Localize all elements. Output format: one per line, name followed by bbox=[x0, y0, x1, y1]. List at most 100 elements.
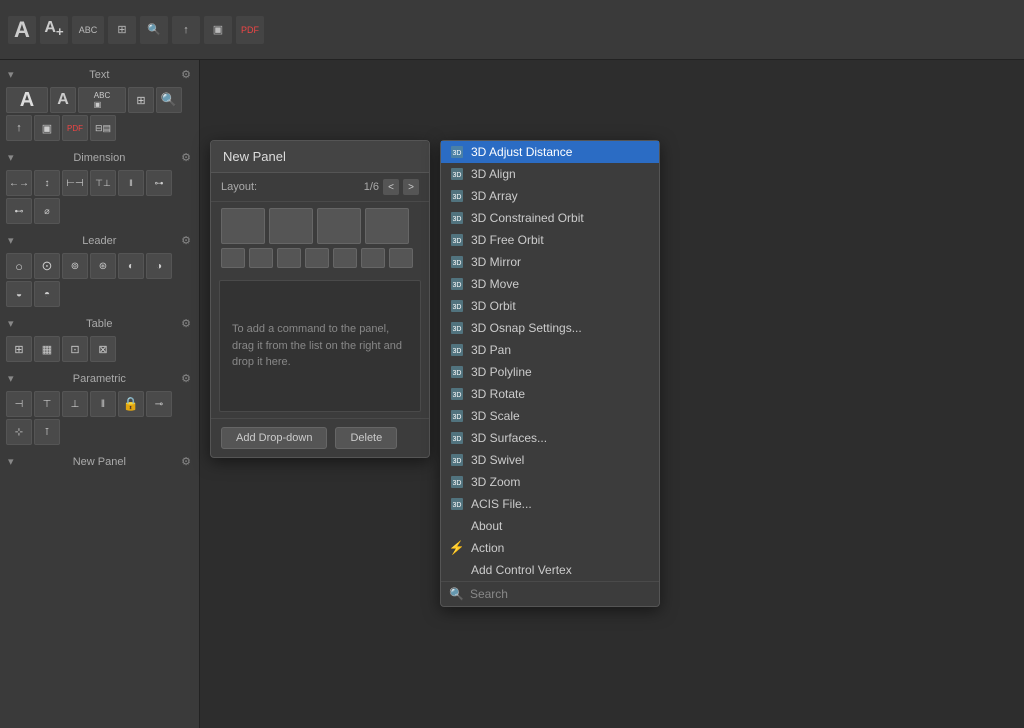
layout-cell-sm-3[interactable] bbox=[277, 248, 301, 268]
tool-text-abc[interactable]: ABC▣ bbox=[78, 87, 126, 113]
tool-dim-3[interactable]: ⊢⊣ bbox=[62, 170, 88, 196]
tool-dim-6[interactable]: ⊶ bbox=[146, 170, 172, 196]
toolbar-big-a[interactable]: A bbox=[8, 16, 36, 44]
sidebar-new-panel-gear[interactable]: ⚙ bbox=[181, 455, 191, 468]
tool-table-3[interactable]: ⊡ bbox=[62, 336, 88, 362]
tool-para-8[interactable]: ⊺ bbox=[34, 419, 60, 445]
command-item-action[interactable]: ⚡Action bbox=[441, 537, 659, 559]
tool-text-a-big[interactable]: A bbox=[6, 87, 48, 113]
layout-count-text: 1/6 bbox=[364, 181, 379, 193]
layout-cell-sm-5[interactable] bbox=[333, 248, 357, 268]
tool-leader-5[interactable]: ◐ bbox=[118, 253, 144, 279]
command-item-3d-swivel[interactable]: 3D3D Swivel bbox=[441, 449, 659, 471]
tool-para-6[interactable]: ⊸ bbox=[146, 391, 172, 417]
command-item-3d-surfaces[interactable]: 3D 3D Surfaces... bbox=[441, 427, 659, 449]
sidebar-section-dimension-header[interactable]: ▾ Dimension ⚙ bbox=[0, 147, 199, 168]
toolbar-big-a2[interactable]: A+ bbox=[40, 16, 68, 44]
layout-cell-sm-2[interactable] bbox=[249, 248, 273, 268]
sidebar-section-text-header[interactable]: ▾ Text ⚙ bbox=[0, 64, 199, 85]
sidebar-section-parametric-header[interactable]: ▾ Parametric ⚙ bbox=[0, 368, 199, 389]
command-item-3d-adjust-distance[interactable]: 3D3D Adjust Distance bbox=[441, 141, 659, 163]
layout-cell-sm-4[interactable] bbox=[305, 248, 329, 268]
command-item-3d-zoom[interactable]: 3D3D Zoom bbox=[441, 471, 659, 493]
tool-dim-2[interactable]: ↕ bbox=[34, 170, 60, 196]
tool-text-doc[interactable]: ▣ bbox=[34, 115, 60, 141]
tool-text-pdf[interactable]: PDF bbox=[62, 115, 88, 141]
sidebar-section-table-header[interactable]: ▾ Table ⚙ bbox=[0, 313, 199, 334]
command-item-acis-file[interactable]: 3DACIS File... bbox=[441, 493, 659, 515]
layout-next-btn[interactable]: > bbox=[403, 179, 419, 195]
tool-dim-8[interactable]: ⌀ bbox=[34, 198, 60, 224]
layout-cell-1[interactable] bbox=[221, 208, 265, 244]
command-item-3d-rotate[interactable]: 3D3D Rotate bbox=[441, 383, 659, 405]
sidebar-dimension-gear[interactable]: ⚙ bbox=[181, 151, 191, 164]
command-item-3d-osnap-settings[interactable]: 3D3D Osnap Settings... bbox=[441, 317, 659, 339]
tool-leader-6[interactable]: ◑ bbox=[146, 253, 172, 279]
tool-leader-8[interactable]: ◓ bbox=[34, 281, 60, 307]
tool-dim-1[interactable]: ←→ bbox=[6, 170, 32, 196]
toolbar-abc[interactable]: ABC bbox=[72, 16, 104, 44]
toolbar-doc[interactable]: ▣ bbox=[204, 16, 232, 44]
toolbar-pdf[interactable]: PDF bbox=[236, 16, 264, 44]
tool-para-2[interactable]: ⊤ bbox=[34, 391, 60, 417]
tool-leader-7[interactable]: ◒ bbox=[6, 281, 32, 307]
tool-text-a-small[interactable]: A bbox=[50, 87, 76, 113]
command-label-3d-swivel: 3D Swivel bbox=[471, 453, 524, 467]
layout-cell-sm-7[interactable] bbox=[389, 248, 413, 268]
svg-text:3D: 3D bbox=[453, 436, 462, 443]
tool-para-1[interactable]: ⊣ bbox=[6, 391, 32, 417]
layout-cell-sm-1[interactable] bbox=[221, 248, 245, 268]
sidebar-section-leader-header[interactable]: ▾ Leader ⚙ bbox=[0, 230, 199, 251]
command-item-3d-free-orbit[interactable]: 3D3D Free Orbit bbox=[441, 229, 659, 251]
sidebar-table-gear[interactable]: ⚙ bbox=[181, 317, 191, 330]
command-item-3d-scale[interactable]: 3D3D Scale bbox=[441, 405, 659, 427]
add-dropdown-button[interactable]: Add Drop-down bbox=[221, 427, 327, 449]
sidebar-parametric-gear[interactable]: ⚙ bbox=[181, 372, 191, 385]
search-input[interactable] bbox=[470, 587, 651, 601]
tool-table-4[interactable]: ⊠ bbox=[90, 336, 116, 362]
tool-dim-4[interactable]: ⊤⊥ bbox=[90, 170, 116, 196]
layout-cell-sm-6[interactable] bbox=[361, 248, 385, 268]
layout-cell-4[interactable] bbox=[365, 208, 409, 244]
tool-dim-7[interactable]: ⊷ bbox=[6, 198, 32, 224]
tool-leader-1[interactable]: ○ bbox=[6, 253, 32, 279]
tool-leader-3[interactable]: ⊚ bbox=[62, 253, 88, 279]
command-item-3d-constrained-orbit[interactable]: 3D3D Constrained Orbit bbox=[441, 207, 659, 229]
sidebar-text-gear[interactable]: ⚙ bbox=[181, 68, 191, 81]
layout-prev-btn[interactable]: < bbox=[383, 179, 399, 195]
tool-para-5[interactable]: 🔒 bbox=[118, 391, 144, 417]
tool-table-1[interactable]: ⊞ bbox=[6, 336, 32, 362]
command-item-3d-mirror[interactable]: 3D3D Mirror bbox=[441, 251, 659, 273]
tool-text-grid[interactable]: ⊞ bbox=[128, 87, 154, 113]
command-item-3d-pan[interactable]: 3D3D Pan bbox=[441, 339, 659, 361]
sidebar-leader-tools: ○ ⊙ ⊚ ⊛ ◐ ◑ ◒ ◓ bbox=[0, 251, 199, 311]
tool-para-7[interactable]: ⊹ bbox=[6, 419, 32, 445]
command-label-3d-surfaces: 3D Surfaces... bbox=[471, 431, 547, 445]
tool-dim-5[interactable]: ‖ bbox=[118, 170, 144, 196]
tool-leader-4[interactable]: ⊛ bbox=[90, 253, 116, 279]
command-item-3d-move[interactable]: 3D3D Move bbox=[441, 273, 659, 295]
command-list-scroll[interactable]: 3D3D Adjust Distance3D3D Align3D3D Array… bbox=[441, 141, 659, 581]
tool-text-search[interactable]: 🔍 bbox=[156, 87, 182, 113]
tool-para-4[interactable]: ‖ bbox=[90, 391, 116, 417]
tool-text-misc1[interactable]: ⊟▤ bbox=[90, 115, 116, 141]
toolbar-grid1[interactable]: ⊞ bbox=[108, 16, 136, 44]
tool-table-2[interactable]: ▦ bbox=[34, 336, 60, 362]
toolbar-up[interactable]: ↑ bbox=[172, 16, 200, 44]
command-item-3d-polyline[interactable]: 3D3D Polyline bbox=[441, 361, 659, 383]
command-item-add-control-vertex[interactable]: Add Control Vertex bbox=[441, 559, 659, 581]
tool-para-3[interactable]: ⊥ bbox=[62, 391, 88, 417]
tool-leader-2[interactable]: ⊙ bbox=[34, 253, 60, 279]
toolbar-search[interactable]: 🔍 bbox=[140, 16, 168, 44]
layout-cell-3[interactable] bbox=[317, 208, 361, 244]
command-item-3d-orbit[interactable]: 3D3D Orbit bbox=[441, 295, 659, 317]
sidebar-section-new-panel-header[interactable]: ▾ New Panel ⚙ bbox=[0, 451, 199, 472]
top-toolbar: A A+ ABC ⊞ 🔍 ↑ ▣ PDF bbox=[0, 0, 1024, 60]
delete-button[interactable]: Delete bbox=[335, 427, 397, 449]
tool-text-up[interactable]: ↑ bbox=[6, 115, 32, 141]
command-item-3d-array[interactable]: 3D3D Array bbox=[441, 185, 659, 207]
layout-cell-2[interactable] bbox=[269, 208, 313, 244]
command-item-3d-align[interactable]: 3D3D Align bbox=[441, 163, 659, 185]
command-item-about[interactable]: About bbox=[441, 515, 659, 537]
sidebar-leader-gear[interactable]: ⚙ bbox=[181, 234, 191, 247]
